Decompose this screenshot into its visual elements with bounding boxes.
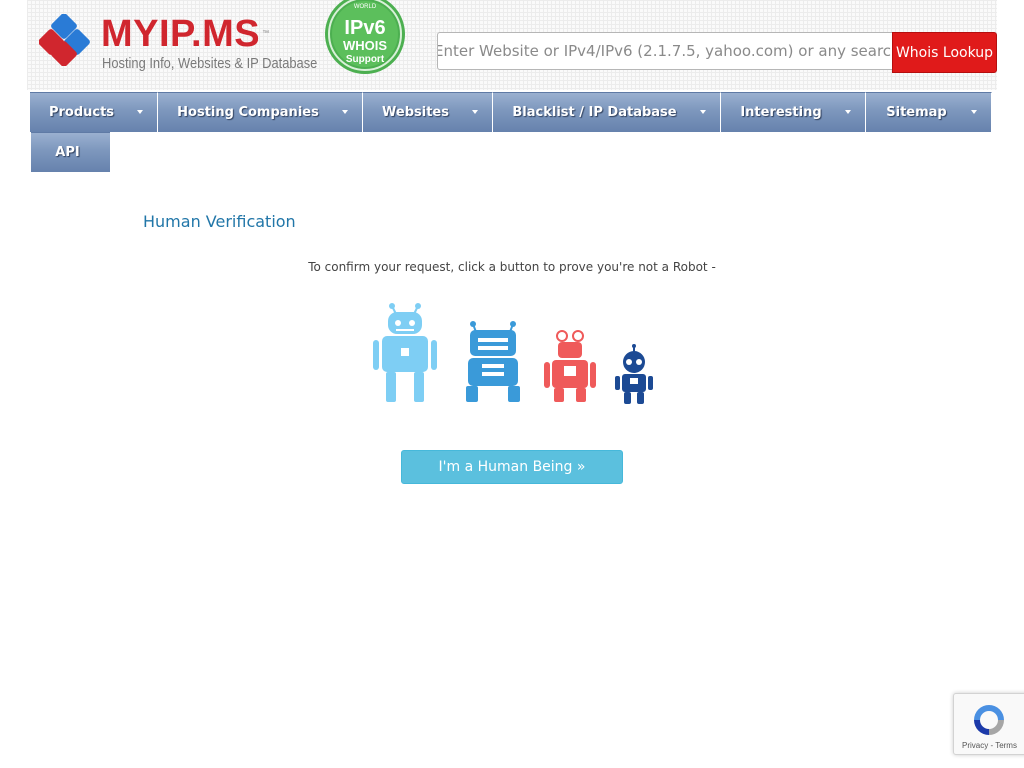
robot-dark-blue-icon[interactable] xyxy=(615,344,653,404)
logo-icon[interactable] xyxy=(39,14,91,66)
nav-item-label: Interesting xyxy=(740,105,822,120)
recaptcha-links[interactable]: Privacy - Terms xyxy=(962,741,1017,750)
badge-top-text: WORLD xyxy=(354,4,377,10)
nav-item-label: Products xyxy=(48,105,115,120)
instruction-text: To confirm your request, click a button … xyxy=(308,260,716,274)
badge-ipv6-text: IPv6 xyxy=(344,17,385,39)
dropdown-arrow-icon xyxy=(700,110,706,114)
nav-item-websites[interactable]: Websites xyxy=(363,92,493,132)
trademark-mark: ™ xyxy=(262,30,270,37)
nav-item-label: Hosting Companies xyxy=(177,105,319,120)
site-header: MYIP.MS ™ Hosting Info, Websites & IP Dat… xyxy=(27,0,997,90)
recaptcha-badge[interactable]: Privacy - Terms xyxy=(953,693,1024,755)
badge-support-text: Support xyxy=(346,54,385,65)
nav-item-hosting-companies[interactable]: Hosting Companies xyxy=(158,92,363,132)
logo-subtitle: Hosting Info, Websites & IP Database xyxy=(102,55,318,72)
ipv6-whois-badge-icon[interactable]: WORLD IPv6 WHOIS Support xyxy=(324,0,406,74)
nav-item-label: Blacklist / IP Database xyxy=(512,105,677,120)
dropdown-arrow-icon xyxy=(137,110,143,114)
dropdown-arrow-icon xyxy=(472,110,478,114)
nav-item-label: Sitemap xyxy=(886,105,947,120)
dropdown-arrow-icon xyxy=(342,110,348,114)
human-being-button[interactable]: I'm a Human Being » xyxy=(401,450,623,484)
logo-title[interactable]: MYIP.MS ™ xyxy=(101,13,270,55)
whois-lookup-button[interactable]: Whois Lookup xyxy=(892,32,997,73)
nav-item-blacklist[interactable]: Blacklist / IP Database xyxy=(493,92,721,132)
nav-item-products[interactable]: Products xyxy=(30,92,158,132)
dropdown-arrow-icon xyxy=(845,110,851,114)
recaptcha-icon xyxy=(974,705,1004,735)
nav-item-api[interactable]: API xyxy=(31,132,110,172)
nav-item-interesting[interactable]: Interesting xyxy=(721,92,866,132)
robot-blue-icon[interactable] xyxy=(466,321,520,402)
nav-item-label: API xyxy=(55,145,80,160)
dropdown-arrow-icon xyxy=(971,110,977,114)
search-input[interactable] xyxy=(437,32,895,70)
page-title: Human Verification xyxy=(143,212,296,231)
robot-light-blue-icon[interactable] xyxy=(373,303,437,402)
robot-red-icon[interactable] xyxy=(544,330,596,402)
nav-item-sitemap[interactable]: Sitemap xyxy=(866,92,992,132)
nav-item-label: Websites xyxy=(382,105,449,120)
main-nav: Products Hosting Companies Websites Blac… xyxy=(30,92,995,172)
robot-buttons xyxy=(373,303,653,404)
badge-whois-text: WHOIS xyxy=(343,38,387,53)
logo-text: MYIP.MS xyxy=(101,13,261,55)
